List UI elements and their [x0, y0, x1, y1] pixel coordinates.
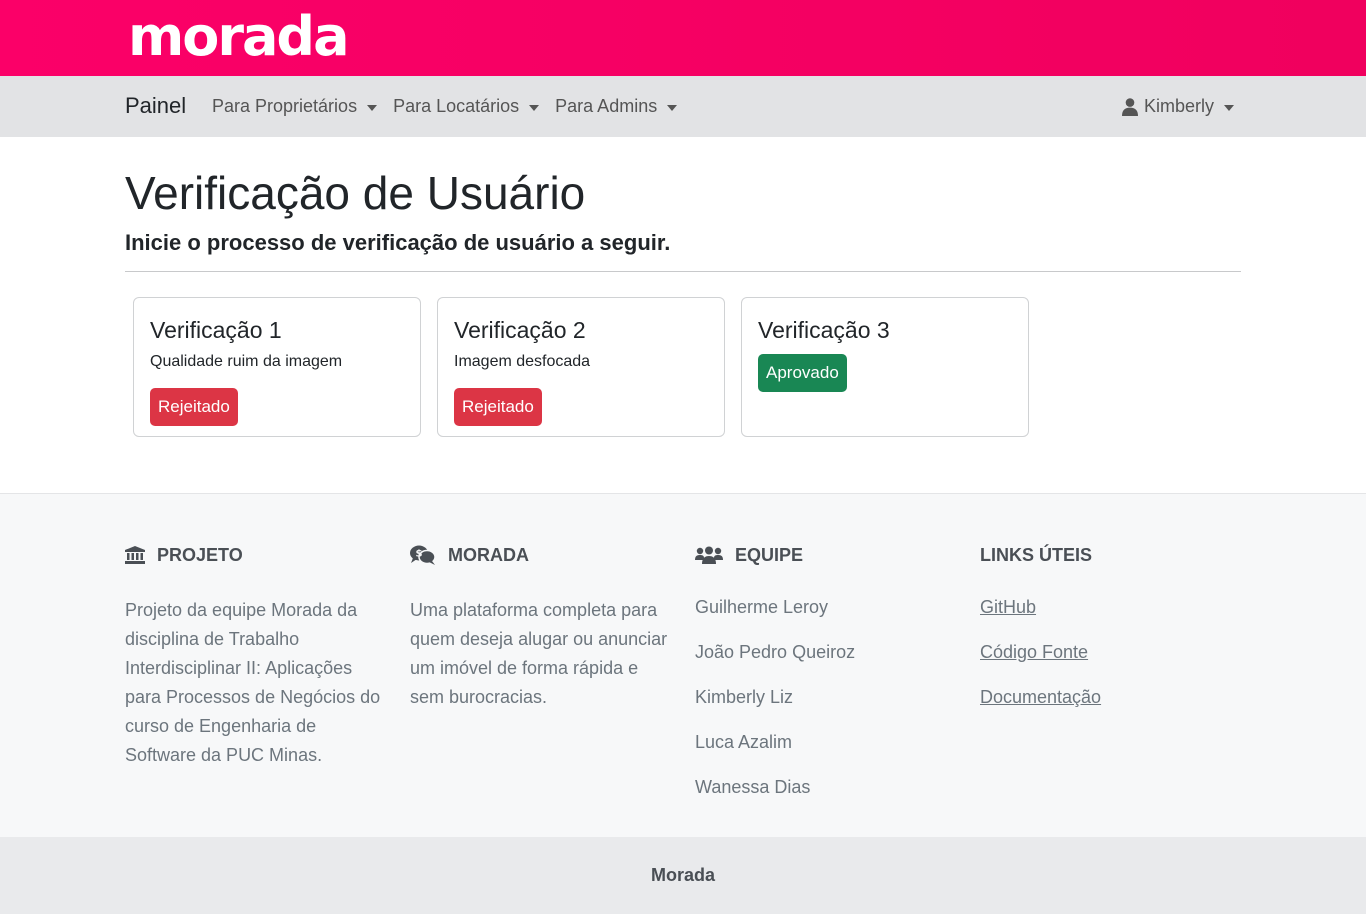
- nav-dropdown-label: Para Proprietários: [212, 96, 358, 116]
- brand-header: morada: [0, 0, 1366, 76]
- user-menu-dropdown[interactable]: Kimberly: [1121, 76, 1234, 137]
- bottom-bar: Morada: [0, 837, 1366, 914]
- verification-card-2: Verificação 2 Imagem desfocada Rejeitado: [437, 297, 725, 437]
- nav-menu: Para Proprietários Para Locatários Para …: [212, 76, 693, 137]
- nav-dropdown-locatarios[interactable]: Para Locatários: [393, 96, 540, 117]
- nav-dropdown-label: Para Locatários: [393, 96, 520, 116]
- status-badge-approved: Aprovado: [758, 354, 847, 392]
- nav-dropdown-label: Para Admins: [555, 96, 658, 116]
- verification-card-3: Verificação 3 Aprovado: [741, 297, 1029, 437]
- footer-heading-label: LINKS ÚTEIS: [980, 544, 1093, 565]
- team-member: Kimberly Liz: [695, 687, 794, 707]
- team-list: Guilherme Leroy João Pedro Queiroz Kimbe…: [695, 596, 955, 798]
- team-member: João Pedro Queiroz: [695, 642, 856, 662]
- footer-heading-label: MORADA: [448, 544, 529, 565]
- site-footer: PROJETO Projeto da equipe Morada da disc…: [0, 493, 1366, 837]
- verification-card-1: Verificação 1 Qualidade ruim da imagem R…: [133, 297, 421, 437]
- footer-col-links: LINKS ÚTEIS GitHub Código Fonte Document…: [980, 544, 1240, 731]
- caret-down-icon: [667, 104, 678, 111]
- list-item: GitHub: [980, 596, 1240, 618]
- comments-dollar-icon: $: [410, 545, 436, 565]
- user-name: Kimberly: [1143, 96, 1214, 116]
- verification-title: Verificação 3: [758, 317, 890, 343]
- codigo-fonte-link[interactable]: Código Fonte: [980, 642, 1088, 662]
- footer-col-morada: $ MORADA Uma plataforma completa para qu…: [410, 544, 670, 712]
- footer-projeto-text: Projeto da equipe Morada da disciplina d…: [125, 600, 381, 765]
- page-title: Verificação de Usuário: [125, 167, 586, 219]
- divider: [125, 271, 1241, 272]
- list-item: Documentação: [980, 686, 1240, 708]
- page-subtitle: Inicie o processo de verificação de usuá…: [125, 230, 671, 255]
- footer-heading: PROJETO: [125, 544, 385, 566]
- documentacao-link[interactable]: Documentação: [980, 687, 1101, 707]
- nav-dropdown-proprietarios[interactable]: Para Proprietários: [212, 96, 378, 117]
- verification-reason: Imagem desfocada: [454, 353, 591, 370]
- footer-heading-label: PROJETO: [157, 544, 243, 565]
- top-navbar: Painel Para Proprietários Para Locatário…: [0, 76, 1366, 137]
- nav-dropdown-admins[interactable]: Para Admins: [555, 96, 678, 117]
- footer-heading-label: EQUIPE: [735, 544, 804, 565]
- team-member: Luca Azalim: [695, 732, 793, 752]
- verification-title: Verificação 1: [150, 317, 282, 343]
- bottom-bar-label: Morada: [650, 865, 715, 885]
- footer-heading: LINKS ÚTEIS: [980, 544, 1240, 566]
- morada-logo[interactable]: morada: [128, 4, 350, 70]
- footer-morada-text: Uma plataforma completa para quem deseja…: [410, 600, 668, 707]
- links-list: GitHub Código Fonte Documentação: [980, 596, 1240, 708]
- footer-col-projeto: PROJETO Projeto da equipe Morada da disc…: [125, 544, 385, 770]
- svg-text:$: $: [416, 549, 423, 560]
- verification-title: Verificação 2: [454, 317, 586, 343]
- nav-painel-link[interactable]: Painel: [125, 93, 186, 119]
- verification-reason: Qualidade ruim da imagem: [150, 353, 343, 370]
- status-badge-rejected: Rejeitado: [454, 388, 542, 426]
- list-item: Código Fonte: [980, 641, 1240, 663]
- user-icon: [1121, 97, 1138, 116]
- users-icon: [695, 546, 723, 564]
- caret-down-icon: [1224, 104, 1234, 111]
- team-member: Guilherme Leroy: [695, 597, 829, 617]
- caret-down-icon: [367, 104, 378, 111]
- status-badge-rejected: Rejeitado: [150, 388, 238, 426]
- footer-col-equipe: EQUIPE Guilherme Leroy João Pedro Queiro…: [695, 544, 955, 821]
- caret-down-icon: [529, 104, 540, 111]
- team-member: Wanessa Dias: [695, 777, 811, 797]
- footer-heading: $ MORADA: [410, 544, 670, 566]
- github-link[interactable]: GitHub: [980, 597, 1036, 617]
- footer-heading: EQUIPE: [695, 544, 955, 566]
- landmark-icon: [125, 546, 145, 564]
